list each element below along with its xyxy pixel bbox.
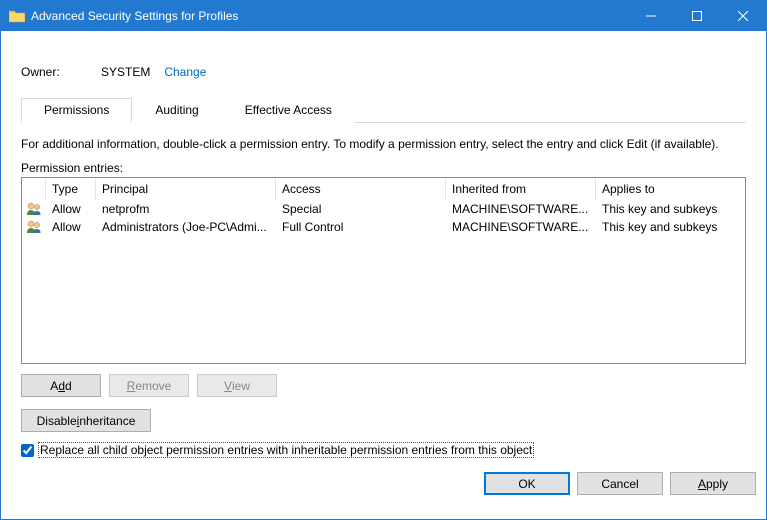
cell-type: Allow: [46, 220, 96, 234]
cell-applies: This key and subkeys: [596, 202, 745, 216]
users-icon: [22, 202, 46, 216]
col-inherited[interactable]: Inherited from: [446, 178, 596, 200]
disable-inheritance-button[interactable]: Disable inheritance: [21, 409, 151, 432]
table-row[interactable]: Allow Administrators (Joe-PC\Admi... Ful…: [22, 218, 745, 236]
owner-label: Owner:: [21, 65, 101, 79]
tab-auditing[interactable]: Auditing: [132, 98, 221, 123]
cell-principal: netprofm: [96, 202, 276, 216]
dialog-footer: OK Cancel Apply: [1, 472, 766, 505]
remove-button[interactable]: Remove: [109, 374, 189, 397]
view-button[interactable]: View: [197, 374, 277, 397]
users-icon: [22, 220, 46, 234]
window-title: Advanced Security Settings for Profiles: [31, 9, 628, 23]
replace-checkbox-row: Replace all child object permission entr…: [21, 442, 746, 458]
col-access[interactable]: Access: [276, 178, 446, 200]
cell-access: Full Control: [276, 220, 446, 234]
col-principal[interactable]: Principal: [96, 178, 276, 200]
cell-applies: This key and subkeys: [596, 220, 745, 234]
grid-header: Type Principal Access Inherited from App…: [22, 178, 745, 200]
maximize-button[interactable]: [674, 1, 720, 31]
cell-access: Special: [276, 202, 446, 216]
replace-checkbox-label[interactable]: Replace all child object permission entr…: [38, 442, 534, 458]
cell-inherited: MACHINE\SOFTWARE...: [446, 220, 596, 234]
cell-inherited: MACHINE\SOFTWARE...: [446, 202, 596, 216]
tab-permissions[interactable]: Permissions: [21, 98, 132, 123]
window-controls: [628, 1, 766, 31]
info-text: For additional information, double-click…: [21, 137, 746, 151]
titlebar: Advanced Security Settings for Profiles: [1, 1, 766, 31]
cell-type: Allow: [46, 202, 96, 216]
apply-button[interactable]: Apply: [670, 472, 756, 495]
close-button[interactable]: [720, 1, 766, 31]
change-owner-link[interactable]: Change: [164, 65, 206, 79]
add-button[interactable]: Add: [21, 374, 101, 397]
owner-value: SYSTEM: [101, 65, 150, 79]
replace-checkbox[interactable]: [21, 444, 34, 457]
folder-icon: [9, 9, 25, 23]
col-icon[interactable]: [22, 178, 46, 200]
permission-grid[interactable]: Type Principal Access Inherited from App…: [21, 177, 746, 364]
minimize-button[interactable]: [628, 1, 674, 31]
tab-strip: Permissions Auditing Effective Access: [21, 97, 746, 123]
entry-buttons: Add Remove View: [21, 374, 746, 397]
owner-row: Owner: SYSTEM Change: [21, 65, 746, 79]
table-row[interactable]: Allow netprofm Special MACHINE\SOFTWARE.…: [22, 200, 745, 218]
entries-label: Permission entries:: [21, 161, 746, 175]
tab-effective-access[interactable]: Effective Access: [222, 98, 355, 123]
ok-button[interactable]: OK: [484, 472, 570, 495]
cell-principal: Administrators (Joe-PC\Admi...: [96, 220, 276, 234]
col-applies[interactable]: Applies to: [596, 178, 745, 200]
col-type[interactable]: Type: [46, 178, 96, 200]
cancel-button[interactable]: Cancel: [577, 472, 663, 495]
